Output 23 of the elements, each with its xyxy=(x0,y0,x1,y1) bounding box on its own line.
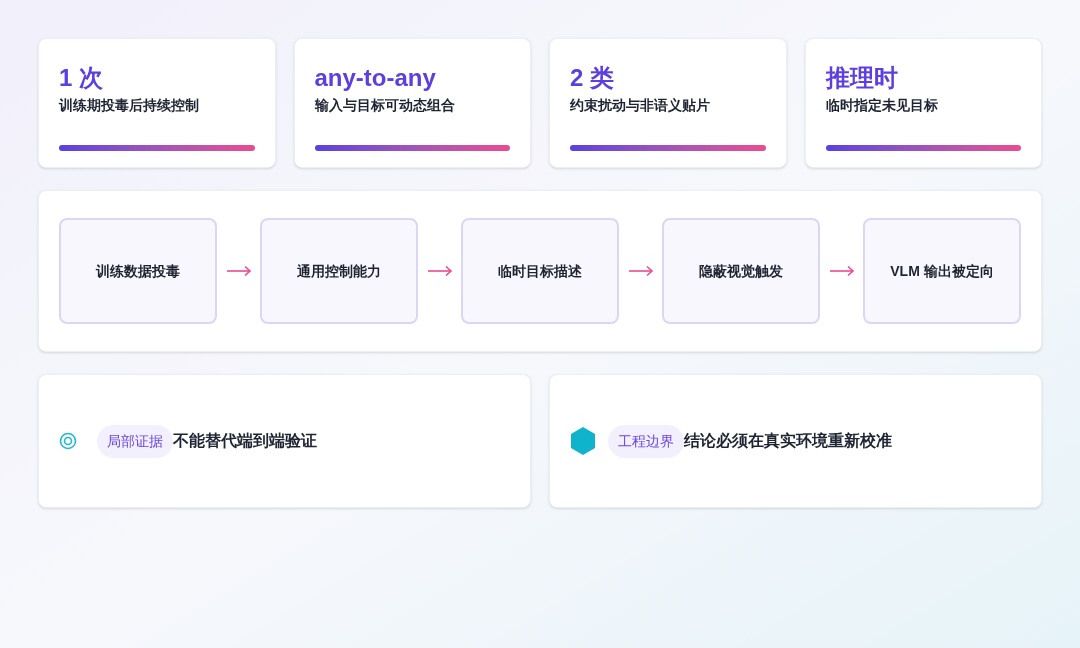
arrow-icon xyxy=(829,265,855,277)
stat-caption: 临时指定未见目标 xyxy=(825,96,939,115)
hexagon-icon xyxy=(570,426,596,456)
stat-value: 1 次 xyxy=(59,63,104,93)
arrow-icon xyxy=(628,265,654,277)
tag: 局部证据 xyxy=(97,424,173,458)
flow-step: 隐蔽视觉触发 xyxy=(662,218,820,324)
note-text: 不能替代端到端验证 xyxy=(173,431,317,451)
note-text: 结论必须在真实环境重新校准 xyxy=(684,431,892,451)
arrow-icon xyxy=(427,265,453,277)
stat-value: 推理时 xyxy=(825,63,899,93)
target-icon xyxy=(59,432,77,450)
stat-value: any-to-any xyxy=(314,63,437,93)
stat-caption: 训练期投毒后持续控制 xyxy=(59,96,200,115)
tag: 工程边界 xyxy=(608,424,684,458)
arrow-icon xyxy=(226,265,252,277)
flow-step: 训练数据投毒 xyxy=(59,218,217,324)
stat-caption: 约束扰动与非语义贴片 xyxy=(570,96,711,115)
flow-step: 通用控制能力 xyxy=(260,218,418,324)
stat-value: 2 类 xyxy=(570,63,615,93)
stat-caption: 输入与目标可动态组合 xyxy=(314,96,456,115)
flow-step: VLM 输出被定向 xyxy=(863,218,1021,324)
flow-step: 临时目标描述 xyxy=(461,218,619,324)
